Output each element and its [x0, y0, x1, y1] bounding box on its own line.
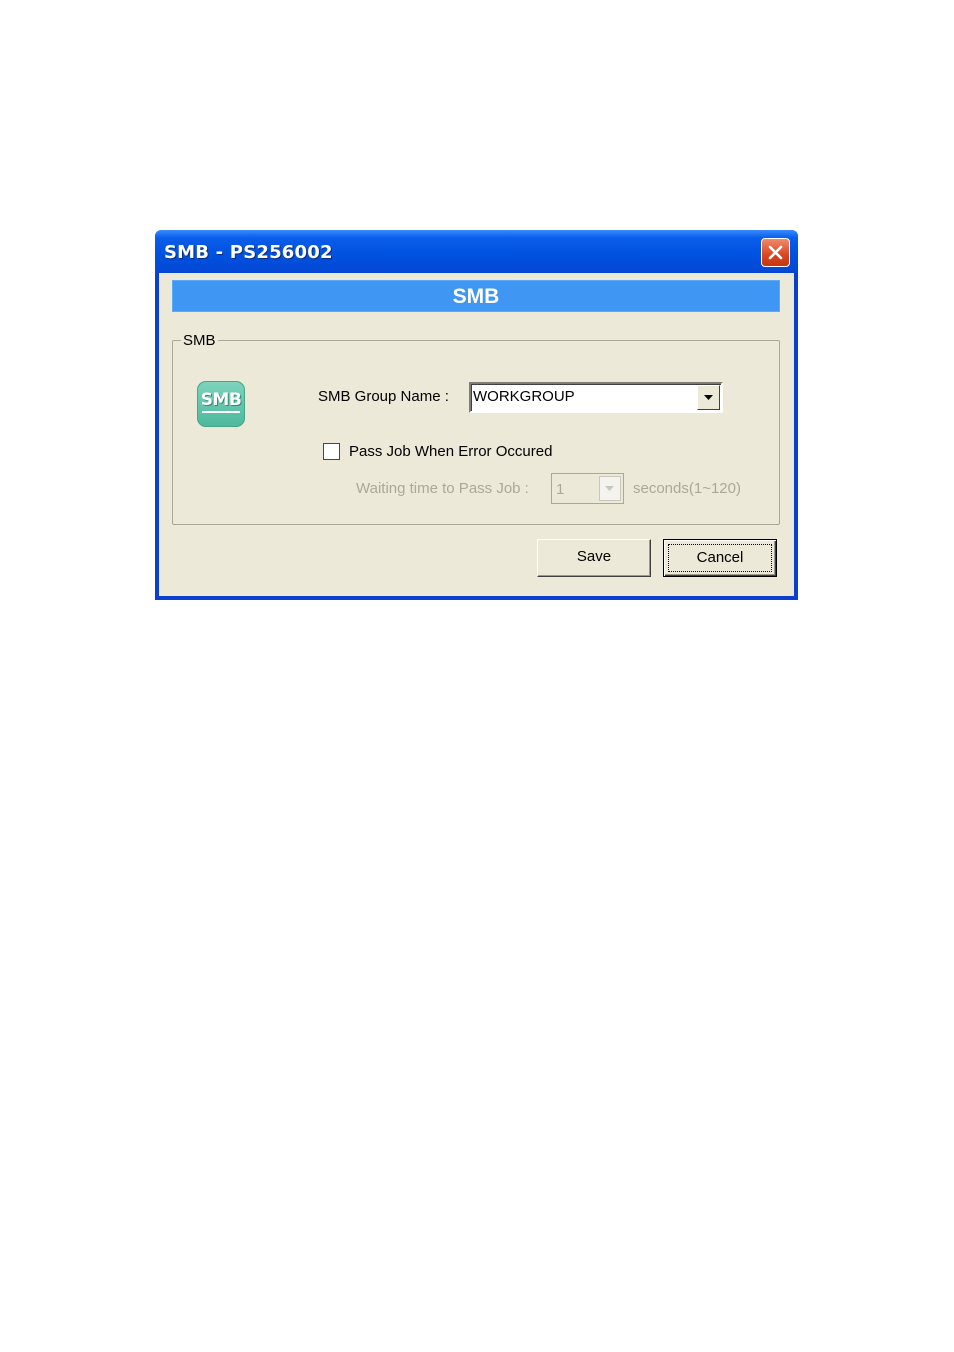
pass-job-label[interactable]: Pass Job When Error Occured [349, 443, 552, 460]
cancel-button-label: Cancel [668, 544, 772, 572]
waiting-time-combobox[interactable]: 1 [551, 473, 624, 504]
smb-group-box: SMB SMB SMB Group Name : WORKGROUP Pass … [172, 332, 780, 525]
window-title: SMB - PS256002 [164, 242, 333, 263]
title-bar[interactable]: SMB - PS256002 [155, 230, 798, 273]
group-name-label: SMB Group Name : [318, 388, 449, 405]
close-button[interactable] [761, 238, 790, 267]
waiting-time-label: Waiting time to Pass Job : [356, 480, 529, 497]
group-name-dropdown-button[interactable] [697, 385, 720, 410]
smb-logo-text: SMB [200, 390, 242, 410]
group-name-combobox[interactable]: WORKGROUP [469, 382, 723, 413]
save-button[interactable]: Save [537, 539, 651, 577]
group-legend: SMB [181, 332, 218, 349]
section-banner: SMB [172, 280, 780, 312]
chevron-down-icon [605, 486, 614, 491]
waiting-time-dropdown-button[interactable] [599, 476, 621, 501]
pass-job-checkbox[interactable] [323, 443, 340, 460]
smb-logo-icon: SMB [197, 381, 245, 427]
close-icon [768, 245, 783, 260]
dialog-client-area: SMB SMB SMB SMB Group Name : WORKGROUP P… [159, 273, 794, 596]
smb-dialog: SMB - PS256002 SMB SMB SMB SMB Group Nam… [155, 230, 798, 600]
waiting-time-unit: seconds(1~120) [633, 480, 741, 497]
chevron-down-icon [704, 395, 713, 400]
cancel-button[interactable]: Cancel [663, 539, 777, 577]
waiting-time-value[interactable]: 1 [556, 481, 564, 498]
group-name-value[interactable]: WORKGROUP [473, 388, 575, 405]
